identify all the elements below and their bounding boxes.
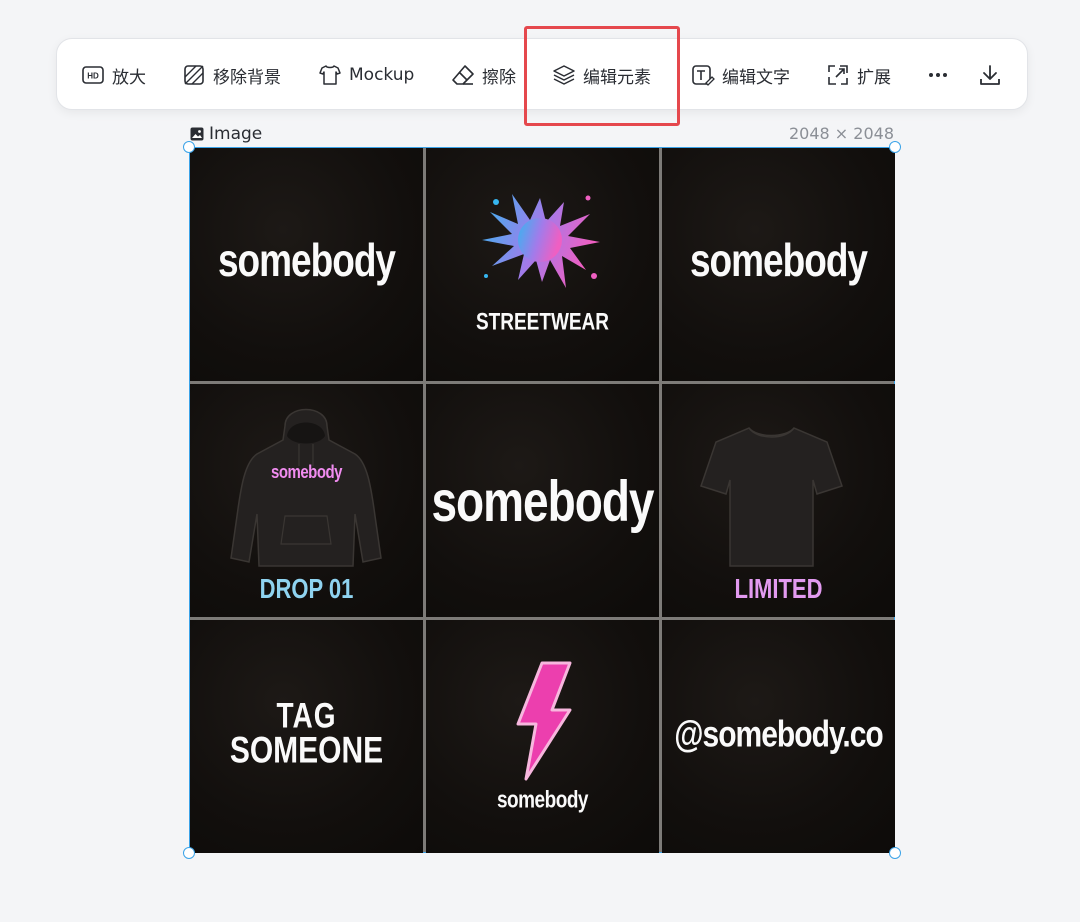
remove-background-button[interactable]: 移除背景: [182, 39, 281, 111]
image-label-text: Image: [209, 124, 263, 144]
tile-5: somebody: [426, 384, 659, 617]
tile-9-text: @somebody.co: [674, 713, 883, 755]
hd-badge-text: HD: [87, 72, 99, 81]
hoodie-icon: [230, 408, 382, 567]
tile-4-caption: DROP 01: [259, 572, 354, 604]
mockup-label: Mockup: [349, 65, 415, 85]
mockup-button[interactable]: Mockup: [318, 39, 414, 111]
lightning-bolt-icon: [516, 661, 572, 781]
tile-8: somebody: [426, 620, 659, 853]
tile-2: STREETWEAR: [426, 148, 659, 381]
tile-7: TAG SOMEONE: [190, 620, 423, 853]
tile-2-text: STREETWEAR: [476, 309, 609, 336]
edit-text-icon: [692, 65, 715, 86]
image-type-label: Image: [190, 124, 262, 144]
tile-4: somebody DROP 01: [190, 384, 423, 617]
download-icon: [980, 65, 1000, 85]
upscale-label: 放大: [112, 67, 146, 88]
remove-background-label: 移除背景: [213, 67, 281, 88]
paint-splash-icon: [482, 194, 600, 288]
tile-7-line2: SOMEONE: [229, 729, 384, 771]
remove-background-icon: [184, 65, 204, 85]
tshirt-icon: [700, 427, 843, 567]
hd-icon: HD: [82, 66, 104, 84]
more-icon: [929, 73, 947, 77]
tile-3-text: somebody: [689, 234, 868, 286]
tile-3: somebody: [662, 148, 895, 381]
layers-icon: [553, 65, 575, 85]
erase-button[interactable]: 擦除: [451, 39, 516, 111]
tile-6: LIMITED: [662, 384, 895, 617]
image-icon: [190, 127, 204, 141]
resize-handle-top-left[interactable]: [183, 141, 195, 153]
download-button[interactable]: [975, 39, 1005, 111]
image-dimensions: 2048 × 2048: [788, 124, 894, 143]
resize-handle-bottom-left[interactable]: [183, 847, 195, 859]
tile-6-caption: LIMITED: [734, 572, 823, 604]
more-button[interactable]: [923, 39, 953, 111]
edit-elements-button[interactable]: 编辑元素: [552, 39, 651, 111]
tshirt-icon: [319, 65, 341, 85]
tile-1-text: somebody: [217, 234, 396, 286]
edit-text-button[interactable]: 编辑文字: [691, 39, 790, 111]
tile-9: @somebody.co: [662, 620, 895, 853]
image-toolbar: HD 放大 移除背景 Mockup 擦除 编辑元素 编辑文字 扩展: [56, 38, 1028, 110]
erase-label: 擦除: [482, 67, 516, 88]
tile-5-text: somebody: [431, 468, 654, 534]
upscale-button[interactable]: HD 放大: [81, 39, 146, 111]
resize-handle-bottom-right[interactable]: [889, 847, 901, 859]
tile-8-text: somebody: [496, 787, 589, 814]
tile-4-logo-text: somebody: [270, 461, 343, 484]
edit-text-label: 编辑文字: [722, 67, 790, 88]
expand-label: 扩展: [857, 67, 891, 88]
resize-handle-top-right[interactable]: [889, 141, 901, 153]
expand-button[interactable]: 扩展: [826, 39, 891, 111]
expand-icon: [828, 65, 848, 85]
edit-elements-label: 编辑元素: [583, 67, 651, 88]
image-grid: somebody STREETWEAR somebody somebody DR…: [190, 148, 895, 853]
tile-1: somebody: [190, 148, 423, 381]
selected-image[interactable]: somebody STREETWEAR somebody somebody DR…: [183, 141, 901, 859]
eraser-icon: [452, 65, 474, 85]
